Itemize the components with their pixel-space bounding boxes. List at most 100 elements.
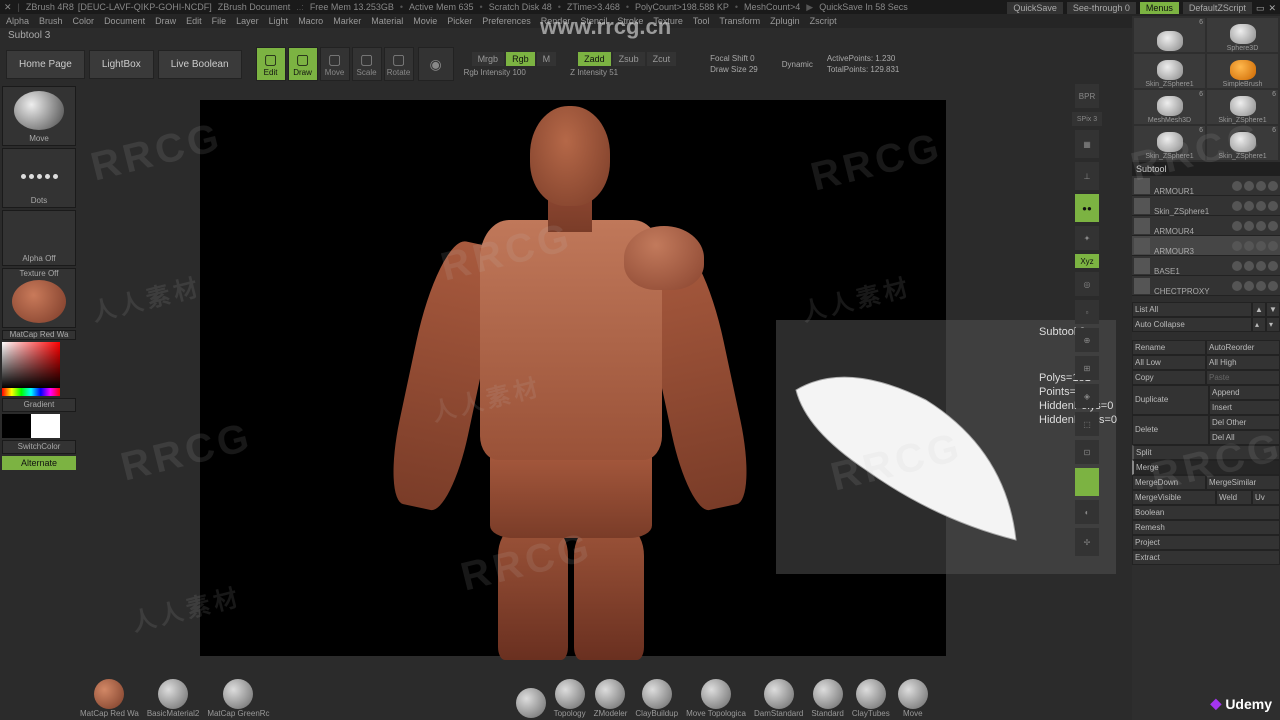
listall-button[interactable]: List All bbox=[1132, 302, 1252, 317]
project-button[interactable]: Project bbox=[1132, 535, 1280, 550]
subtool-armour3[interactable]: ARMOUR3 bbox=[1132, 236, 1280, 256]
mergevisible-button[interactable]: MergeVisible bbox=[1132, 490, 1216, 505]
axis-button[interactable]: ✦ bbox=[1075, 226, 1099, 250]
draw-tool[interactable]: ▢Draw bbox=[288, 47, 318, 81]
up2-icon[interactable]: ▴ bbox=[1252, 317, 1266, 332]
seethrough-slider[interactable]: See-through 0 bbox=[1067, 2, 1136, 14]
brush-move-topologica[interactable]: Move Topologica bbox=[686, 679, 746, 718]
floor-button[interactable]: ⊥ bbox=[1075, 162, 1099, 190]
menu-light[interactable]: Light bbox=[269, 16, 289, 26]
weld-button[interactable]: Weld bbox=[1216, 490, 1252, 505]
delall-button[interactable]: Del All bbox=[1209, 430, 1280, 445]
merge-button[interactable]: Merge bbox=[1132, 460, 1280, 475]
rename-button[interactable]: Rename bbox=[1132, 340, 1206, 355]
menu-preferences[interactable]: Preferences bbox=[482, 16, 531, 26]
rgb-intensity-slider[interactable]: Rgb Intensity 100 bbox=[464, 68, 557, 77]
brush-standard[interactable]: Standard bbox=[811, 679, 843, 718]
split-button[interactable]: Split bbox=[1132, 445, 1280, 460]
alllow-button[interactable]: All Low bbox=[1132, 355, 1206, 370]
menus-button[interactable]: Menus bbox=[1140, 2, 1179, 14]
tool-thumb-0[interactable]: 6 bbox=[1134, 18, 1205, 52]
swatch-white[interactable] bbox=[31, 414, 60, 438]
defaultzscript-button[interactable]: DefaultZScript bbox=[1183, 2, 1252, 14]
menu-movie[interactable]: Movie bbox=[413, 16, 437, 26]
mergedown-button[interactable]: MergeDown bbox=[1132, 475, 1206, 490]
menu-tool[interactable]: Tool bbox=[693, 16, 710, 26]
autoreorder-button[interactable]: AutoReorder bbox=[1206, 340, 1280, 355]
subtool-chectproxy[interactable]: CHECTPROXY bbox=[1132, 276, 1280, 296]
alpha-slot[interactable]: Alpha Off bbox=[2, 210, 76, 266]
mergesimilar-button[interactable]: MergeSimilar bbox=[1206, 475, 1280, 490]
remesh-button[interactable]: Remesh bbox=[1132, 520, 1280, 535]
focal-shift-slider[interactable]: Focal Shift 0 bbox=[710, 54, 758, 63]
brush-matcap-red-wa[interactable]: MatCap Red Wa bbox=[80, 679, 139, 718]
paste-button[interactable]: Paste bbox=[1206, 370, 1280, 385]
gradient-toggle[interactable]: Gradient bbox=[2, 398, 76, 412]
alternate-button[interactable]: Alternate bbox=[2, 456, 76, 470]
draw-size-slider[interactable]: Draw Size 29 bbox=[710, 65, 758, 74]
menu-picker[interactable]: Picker bbox=[447, 16, 472, 26]
uv-button[interactable]: Uv bbox=[1252, 490, 1280, 505]
brush-damstandard[interactable]: DamStandard bbox=[754, 679, 803, 718]
tool-thumb-1[interactable]: Sphere3D bbox=[1207, 18, 1278, 52]
brush-matcap-greenrc[interactable]: MatCap GreenRc bbox=[207, 679, 269, 718]
nav2-button[interactable]: ⊞ bbox=[1075, 356, 1099, 380]
swatch-black[interactable] bbox=[2, 414, 31, 438]
tool-thumb-5[interactable]: Skin_ZSphere16 bbox=[1207, 90, 1278, 124]
dynamic-toggle[interactable]: Dynamic bbox=[782, 60, 813, 69]
mode-zcut[interactable]: Zcut bbox=[647, 52, 677, 66]
bpr-button[interactable]: BPR bbox=[1075, 84, 1099, 108]
subtool-base1[interactable]: BASE1 bbox=[1132, 256, 1280, 276]
mode-rgb[interactable]: Rgb bbox=[506, 52, 535, 66]
local-button[interactable]: ●● bbox=[1075, 194, 1099, 222]
color-picker[interactable] bbox=[2, 342, 76, 396]
gizmo-icon[interactable]: ◉ bbox=[418, 47, 454, 81]
z-intensity-slider[interactable]: Z Intensity 51 bbox=[570, 68, 676, 77]
append-button[interactable]: Append bbox=[1209, 385, 1280, 400]
frame-button[interactable]: ◎ bbox=[1075, 272, 1099, 296]
menu-document[interactable]: Document bbox=[104, 16, 145, 26]
mode-mrgb[interactable]: Mrgb bbox=[472, 52, 505, 66]
menu-edit[interactable]: Edit bbox=[186, 16, 202, 26]
edit-tool[interactable]: ▢Edit bbox=[256, 47, 286, 81]
menu-zscript[interactable]: Zscript bbox=[810, 16, 837, 26]
menu-layer[interactable]: Layer bbox=[236, 16, 259, 26]
extract-button[interactable]: Extract bbox=[1132, 550, 1280, 565]
xyz-button[interactable]: Xyz bbox=[1075, 254, 1099, 268]
stroke-slot[interactable]: Dots bbox=[2, 148, 76, 208]
quicksave-button[interactable]: QuickSave bbox=[1007, 2, 1063, 14]
close-window-icon[interactable]: ✕ bbox=[1268, 3, 1276, 14]
switchcolor-button[interactable]: SwitchColor bbox=[2, 440, 76, 454]
nav5-button[interactable]: ⊡ bbox=[1075, 440, 1099, 464]
tool-thumb-6[interactable]: Skin_ZSphere16 bbox=[1134, 126, 1205, 160]
cam-button[interactable]: ▫ bbox=[1075, 300, 1099, 324]
tool-thumb-4[interactable]: MeshMesh3D6 bbox=[1134, 90, 1205, 124]
brush-slot[interactable]: Move bbox=[2, 86, 76, 146]
autocollapse-button[interactable]: Auto Collapse bbox=[1132, 317, 1252, 332]
menu-macro[interactable]: Macro bbox=[298, 16, 323, 26]
liveboolean-button[interactable]: Live Boolean bbox=[158, 50, 242, 79]
texture-slot[interactable]: Texture Off bbox=[2, 268, 76, 328]
rotate-tool[interactable]: ▢Rotate bbox=[384, 47, 414, 81]
subtool-header[interactable]: Subtool bbox=[1132, 162, 1280, 176]
brush-slot3[interactable] bbox=[516, 688, 546, 718]
brush-claytubes[interactable]: ClayTubes bbox=[852, 679, 890, 718]
menu-draw[interactable]: Draw bbox=[155, 16, 176, 26]
menu-transform[interactable]: Transform bbox=[719, 16, 760, 26]
allhigh-button[interactable]: All High bbox=[1206, 355, 1280, 370]
nav4-button[interactable]: ⬚ bbox=[1075, 412, 1099, 436]
brush-zmodeler[interactable]: ZModeler bbox=[594, 679, 628, 718]
home-button[interactable]: Home Page bbox=[6, 50, 85, 79]
copy-button[interactable]: Copy bbox=[1132, 370, 1206, 385]
lightbox-button[interactable]: LightBox bbox=[89, 50, 154, 79]
brush-move[interactable]: Move bbox=[898, 679, 928, 718]
boolean-button[interactable]: Boolean bbox=[1132, 505, 1280, 520]
restore-icon[interactable]: ▭ bbox=[1256, 3, 1265, 14]
menu-brush[interactable]: Brush bbox=[39, 16, 63, 26]
tool-thumb-7[interactable]: Skin_ZSphere16 bbox=[1207, 126, 1278, 160]
tool-thumb-3[interactable]: SimpleBrush bbox=[1207, 54, 1278, 88]
nav1-button[interactable]: ⊕ bbox=[1075, 328, 1099, 352]
menu-color[interactable]: Color bbox=[73, 16, 95, 26]
subtool-armour4[interactable]: ARMOUR4 bbox=[1132, 216, 1280, 236]
nav7-button[interactable]: ◐ bbox=[1075, 500, 1099, 524]
